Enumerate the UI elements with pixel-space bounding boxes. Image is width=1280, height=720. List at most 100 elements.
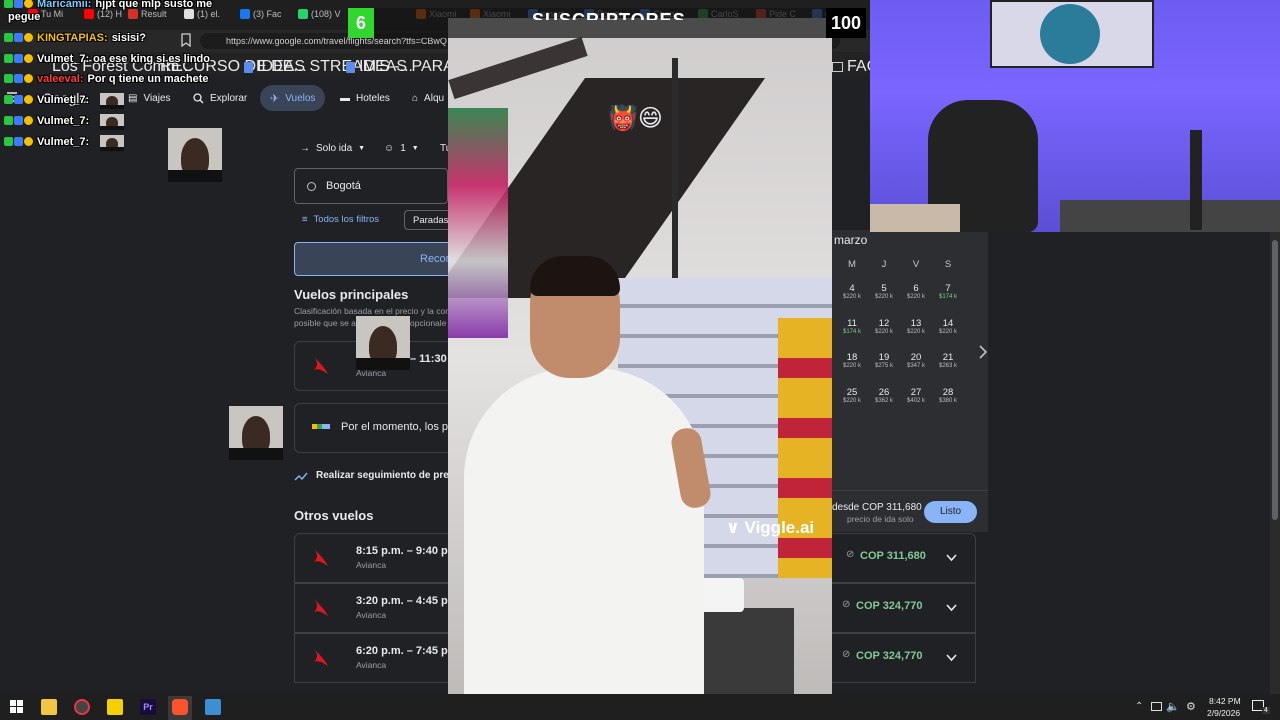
airline-name: Avianca [356,660,387,670]
airline-name: Avianca [356,560,387,570]
next-month-icon[interactable] [978,344,988,365]
chat-badge-icon [14,74,23,83]
brave-browser-icon[interactable] [172,699,188,715]
tab-label: (1) el. [197,9,221,19]
calendar-day[interactable]: 26 $362 k [870,387,898,417]
webcam-feed [870,0,1280,232]
track-prices-toggle[interactable]: Realizar seguimiento de preci [294,470,457,481]
done-button[interactable]: Listo [924,501,977,523]
chat-username: Maricamii: [37,0,92,10]
expand-chevron-icon[interactable] [946,599,957,617]
person-icon: ☺ [384,143,395,154]
tab-favicon-icon [128,9,138,19]
day-number: 20 [910,352,922,363]
tab-favicon-icon [84,9,94,19]
obs-icon[interactable] [74,699,90,715]
settings-icon[interactable]: ⚙ [1186,700,1196,713]
calendar-day[interactable]: 20 $347 k [902,352,930,382]
expand-chevron-icon[interactable] [946,649,957,667]
chat-username: valeeval: [37,73,84,85]
nav-alquileres[interactable]: ⌂ Alqu [402,85,454,111]
notification-count: 4 [1262,707,1270,714]
origin-field[interactable]: Bogotá [294,168,448,204]
calendar-day[interactable]: 19 $275 k [870,352,898,382]
clock-date[interactable]: 2/9/2026 [1207,708,1240,718]
plane-icon: ✈ [270,92,280,105]
price-notice-text: Por el momento, los pr [341,421,452,433]
chat-avatar [100,114,124,130]
volume-icon[interactable]: 🔈 [1166,700,1180,713]
all-filters-button[interactable]: ≡ Todos los filtros [302,214,379,225]
calendar-day[interactable]: 7 $174 k [934,283,962,313]
calendar-day[interactable]: 5 $220 k [870,283,898,313]
chat-badge-icon [24,33,33,42]
day-number: 14 [942,318,954,329]
calendar-day[interactable]: 12 $220 k [870,318,898,348]
day-price: $380 k [938,398,957,404]
calendar-day[interactable]: 13 $220 k [902,318,930,348]
clock-time[interactable]: 8:42 PM [1209,696,1241,706]
docs-icon [244,61,253,73]
browser-tab[interactable]: (3) Fac [240,6,294,22]
chevron-up-icon[interactable]: ⌃ [1135,701,1143,712]
flight-time: 3:20 p.m. – 4:45 p. [356,595,451,607]
folder-icon [832,62,843,72]
browser-tab[interactable]: (108) V [298,6,352,22]
nav-vuelos[interactable]: ✈ Vuelos [260,85,326,111]
calendar-day[interactable]: 14 $220 k [934,318,962,348]
day-number: 19 [878,352,890,363]
bookmark-icon[interactable] [180,33,192,48]
no-bag-icon: ⊘ [842,649,851,660]
tab-label: (108) V [311,9,341,19]
chat-message: Maricamii: hjpt que mlp susto me [4,0,212,10]
day-price: $220 k [874,294,893,300]
tab-favicon-icon [240,9,250,19]
calendar-day[interactable]: 21 $263 k [934,352,962,382]
chat-badge-icon [24,54,33,63]
calendar-day[interactable]: 6 $220 k [902,283,930,313]
tab-label: Result [141,9,167,19]
trip-type-select[interactable]: → Solo ida ▼ [300,143,365,154]
avianca-logo-icon [312,596,330,618]
avianca-logo-icon [312,354,330,376]
from-price: desde COP 311,680 [832,502,922,513]
calendar-day[interactable]: 25 $220 k [838,387,866,417]
chat-badge-icon [24,0,33,8]
scrollbar-thumb[interactable] [1272,240,1278,520]
nav-explorar[interactable]: Explorar [183,85,257,111]
airline-name: Avianca [356,610,387,620]
weekday-header: J [881,259,887,270]
chat-avatar [100,93,124,109]
calendar-day[interactable]: 27 $402 k [902,387,930,417]
chat-message: KINGTAPIAS: sisisi? [4,32,146,44]
chat-avatar [100,135,124,151]
arrow-right-icon: → [300,143,310,154]
calendar-day[interactable]: 11 $174 k [838,318,866,348]
day-number: 4 [849,283,855,294]
no-bag-icon: ⊘ [842,599,851,610]
calendar-day[interactable]: 4 $220 k [838,283,866,313]
sticky-notes-icon[interactable] [107,699,123,715]
calendar-day[interactable]: 28 $380 k [934,387,962,417]
passengers-select[interactable]: ☺ 1 ▼ [384,143,419,154]
nav-hoteles[interactable]: ▬ Hoteles [330,85,400,111]
tab-label: (3) Fac [253,9,282,19]
file-explorer-icon[interactable] [41,699,57,715]
chat-username: Vulmet_7: [37,115,90,127]
no-bag-icon: ⊘ [846,549,855,560]
nav-viajes[interactable]: ▤ Viajes [118,85,181,111]
windows-start-icon[interactable] [10,700,23,718]
chat-badge-icon [4,33,13,42]
expand-chevron-icon[interactable] [946,549,957,567]
calendar-day[interactable]: 18 $220 k [838,352,866,382]
weekday-header: S [944,259,952,270]
price-graph-icon [312,422,330,432]
day-price: $220 k [842,294,861,300]
premiere-pro-icon[interactable]: Pr [140,699,156,715]
network-icon[interactable] [1151,702,1162,711]
stops-filter-button[interactable]: Paradas [404,210,454,230]
calculator-icon[interactable] [205,699,221,715]
day-number: 12 [878,318,890,329]
chat-badge-icon [4,95,13,104]
recommended-tab[interactable]: Recon [294,242,454,276]
